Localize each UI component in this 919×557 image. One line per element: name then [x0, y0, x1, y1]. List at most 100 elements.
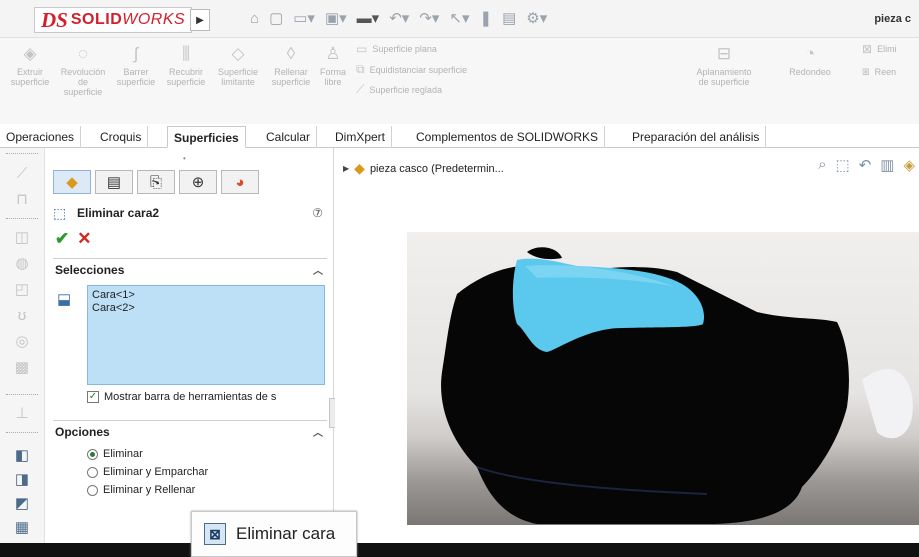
- new-document-icon[interactable]: ▢: [269, 10, 283, 28]
- ribbon-label: superficie: [10, 77, 50, 87]
- expand-menu-button[interactable]: ▶: [190, 9, 210, 31]
- extrude-icon[interactable]: ◫: [12, 228, 32, 248]
- select-icon[interactable]: ↖▾: [449, 10, 469, 28]
- loft-icon[interactable]: ◎: [12, 332, 32, 352]
- home-icon[interactable]: ⌂: [250, 10, 259, 28]
- crosshair-icon: ⊕: [191, 174, 205, 191]
- rebuild-icon[interactable]: ❚: [480, 10, 493, 28]
- model-viewport[interactable]: [407, 232, 919, 525]
- radio-button[interactable]: [87, 448, 98, 460]
- options-gear-icon[interactable]: ⚙▾: [526, 10, 547, 28]
- tab-propertymanager[interactable]: ▤: [95, 170, 133, 194]
- ribbon-label: superficie: [116, 77, 156, 87]
- tab-configurationmanager[interactable]: ⎘: [137, 170, 175, 194]
- print-icon[interactable]: ▬▾: [357, 10, 380, 28]
- selections-group-header[interactable]: Selecciones ︿: [53, 258, 327, 280]
- previous-view-icon[interactable]: ↶: [859, 156, 872, 174]
- freeform-button[interactable]: ♙ Forma libre: [318, 44, 348, 87]
- option-eliminar[interactable]: Eliminar: [87, 448, 143, 460]
- ribbon-label: Forma: [319, 67, 346, 77]
- view-cube-icon[interactable]: ◧: [12, 446, 32, 466]
- extrude-surface-icon: ◈: [23, 44, 37, 63]
- tab-complementos[interactable]: Complementos de SOLIDWORKS: [410, 126, 606, 148]
- tab-operaciones[interactable]: Operaciones: [0, 126, 82, 148]
- face-selection-icon: ⬓: [57, 291, 72, 308]
- option-eliminar-emparchar[interactable]: Eliminar y Emparchar: [87, 466, 208, 478]
- ribbon-label: Recubrir: [168, 67, 203, 77]
- redo-icon[interactable]: ↷▾: [419, 10, 439, 28]
- hide-show-icon[interactable]: ▦: [12, 518, 32, 538]
- list-item[interactable]: Cara<1>: [92, 289, 320, 302]
- solidworks-logo[interactable]: DS SOLIDWORKS: [34, 7, 193, 33]
- fillet-button[interactable]: ◔ Redondeo: [784, 44, 836, 77]
- tab-calcular[interactable]: Calcular: [260, 126, 318, 148]
- help-icon[interactable]: ⑦: [312, 206, 323, 220]
- feature-title: ⬚ Eliminar cara2 ⑦: [53, 202, 323, 224]
- undo-icon[interactable]: ↶▾: [389, 10, 409, 28]
- tab-preparacion-analisis[interactable]: Preparación del análisis: [626, 126, 767, 148]
- options-group-header[interactable]: Opciones ︿: [53, 420, 327, 442]
- file-properties-icon[interactable]: ▤: [502, 10, 516, 28]
- sweep-surface-icon: ʃ: [134, 44, 138, 63]
- smart-dimension-icon[interactable]: ⊓: [12, 190, 32, 210]
- radio-button[interactable]: [87, 466, 98, 478]
- tab-croquis[interactable]: Croquis: [94, 126, 149, 148]
- section-view-icon[interactable]: ◨: [12, 470, 32, 490]
- sweep-icon[interactable]: ʊ: [12, 306, 32, 326]
- tab-displaymanager[interactable]: ◕: [221, 170, 259, 194]
- shell-icon[interactable]: ▩: [12, 358, 32, 378]
- reference-geometry-icon[interactable]: ⊥: [12, 404, 32, 424]
- planar-surface-button[interactable]: ▭ Superficie plana: [356, 42, 437, 56]
- command-label: Eliminar cara: [236, 524, 336, 543]
- expand-arrow-icon[interactable]: ▶: [343, 164, 349, 173]
- panel-grip[interactable]: •: [183, 154, 186, 163]
- sketch-line-icon[interactable]: ⟋: [12, 164, 32, 184]
- faces-selection-list[interactable]: Cara<1> Cara<2>: [87, 285, 325, 385]
- ok-checkmark-icon[interactable]: ✔: [55, 230, 69, 248]
- show-toolbar-checkbox[interactable]: ✓: [87, 391, 99, 403]
- bottom-status-bar: [0, 543, 919, 557]
- delete-face-button[interactable]: ⊠ Elimi: [862, 42, 897, 56]
- display-style-icon[interactable]: ◩: [12, 494, 32, 514]
- sweep-surface-button[interactable]: ʃ Barrer superficie: [114, 44, 158, 87]
- boundary-surface-button[interactable]: ◇ Superficie limitante: [212, 44, 264, 87]
- helmet-model[interactable]: [407, 232, 919, 525]
- ruled-surface-button[interactable]: ⟋ Superficie reglada: [356, 82, 442, 97]
- tab-dimxpertmanager[interactable]: ⊕: [179, 170, 217, 194]
- tab-featuremanager[interactable]: ◆: [53, 170, 91, 194]
- open-document-icon[interactable]: ▭▾: [293, 10, 315, 28]
- graphics-area[interactable]: ▶ ◆ pieza casco (Predetermin... ⌕ ⬚ ↶ ▥ …: [335, 148, 919, 543]
- loft-surface-button[interactable]: ⫼ Recubrir superficie: [162, 44, 210, 87]
- option-label: Eliminar y Emparchar: [103, 466, 209, 478]
- revolve-icon[interactable]: ◍: [12, 254, 32, 274]
- delete-face-feature-icon: ⬚: [53, 205, 67, 221]
- option-eliminar-rellenar[interactable]: Eliminar y Rellenar: [87, 484, 195, 496]
- cut-icon[interactable]: ◰: [12, 280, 32, 300]
- zoom-to-fit-icon[interactable]: ⌕: [818, 156, 826, 174]
- feature-tree-root[interactable]: ▶ ◆ pieza casco (Predetermin...: [343, 160, 504, 177]
- toolbar-separator: [6, 153, 38, 154]
- revolve-surface-button[interactable]: ◌ Revolución de superficie: [58, 44, 108, 97]
- radio-button[interactable]: [87, 484, 98, 496]
- replace-face-button[interactable]: ⧆ Reen: [862, 64, 896, 79]
- zoom-area-icon[interactable]: ⬚: [836, 156, 850, 174]
- offset-surface-button[interactable]: ⧉ Equidistanciar superficie: [356, 62, 467, 77]
- dynamic-annotation-icon[interactable]: ◈: [903, 156, 915, 174]
- section-view-icon[interactable]: ▥: [880, 156, 894, 174]
- freeform-icon: ♙: [325, 44, 341, 63]
- save-icon[interactable]: ▣▾: [325, 10, 347, 28]
- fill-surface-button[interactable]: ◊ Rellenar superficie: [266, 44, 316, 87]
- tab-superficies[interactable]: Superficies: [167, 126, 246, 148]
- fill-surface-icon: ◊: [286, 44, 296, 63]
- ds-logo-mark: DS: [41, 7, 68, 32]
- show-toolbar-checkbox-row[interactable]: ✓ Mostrar barra de herramientas de s: [87, 391, 327, 403]
- offset-surface-icon: ⧉: [356, 62, 365, 76]
- list-item[interactable]: Cara<2>: [92, 302, 320, 315]
- toolbar-separator: [6, 218, 38, 219]
- cancel-x-icon[interactable]: ✕: [77, 230, 91, 248]
- option-label: Eliminar: [103, 448, 143, 460]
- extrude-surface-button[interactable]: ◈ Extruir superficie: [10, 44, 50, 87]
- ribbon-label: de: [77, 77, 88, 87]
- flatten-surface-button[interactable]: ⊟ Aplanamiento de superficie: [690, 44, 758, 87]
- tab-dimxpert[interactable]: DimXpert: [329, 126, 393, 148]
